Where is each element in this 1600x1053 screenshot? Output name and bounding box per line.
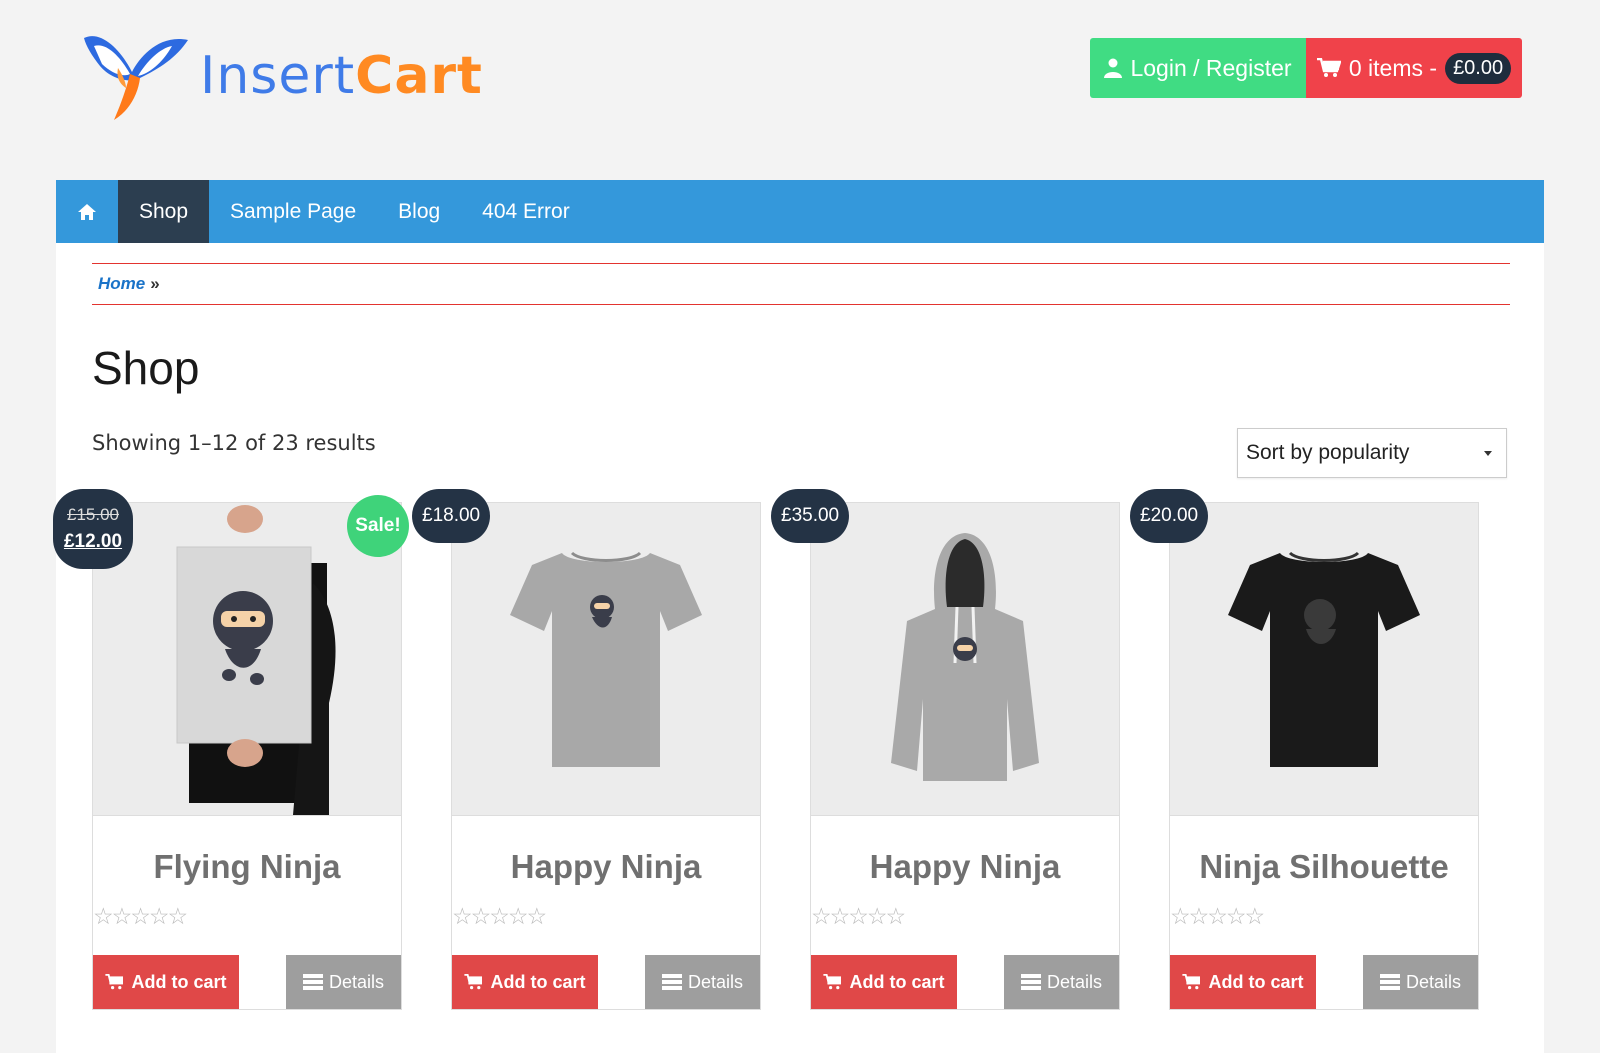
user-icon: [1104, 58, 1123, 78]
add-to-cart-button[interactable]: Add to cart: [93, 955, 239, 1009]
product-card: £18.00 Happy Ninja ☆☆☆☆☆ Add to cart Det…: [412, 489, 761, 1010]
list-icon: [1020, 974, 1041, 990]
poster-image-icon: [93, 503, 401, 815]
breadcrumb-separator: »: [150, 274, 160, 293]
cart-icon: [1316, 58, 1341, 77]
add-to-cart-label: Add to cart: [131, 971, 227, 992]
chevron-down-icon: [1484, 450, 1492, 456]
price-badge: £20.00: [1130, 489, 1209, 543]
main-nav: Shop Sample Page Blog 404 Error: [56, 180, 1544, 243]
add-to-cart-label: Add to cart: [490, 971, 586, 992]
star-rating: ☆☆☆☆☆: [452, 903, 547, 929]
login-register-label: Login / Register: [1130, 54, 1292, 81]
cart-icon: [464, 974, 483, 990]
star-rating: ☆☆☆☆☆: [1170, 903, 1265, 929]
product-image[interactable]: [93, 503, 401, 816]
breadcrumb: Home »: [92, 263, 1510, 305]
details-label: Details: [1046, 971, 1103, 992]
logo-mark-icon: [84, 36, 188, 120]
result-count: Showing 1–12 of 23 results: [92, 431, 376, 455]
star-rating: ☆☆☆☆☆: [93, 903, 188, 929]
product-image[interactable]: [811, 503, 1119, 816]
breadcrumb-home-link[interactable]: Home: [98, 274, 145, 294]
price-badge: £18.00: [412, 489, 491, 543]
main-content: Home » Shop Showing 1–12 of 23 results S…: [53, 243, 1544, 1053]
nav-item-blog[interactable]: Blog: [377, 180, 461, 243]
logo-text: InsertCart: [200, 50, 483, 102]
login-register-button[interactable]: Login / Register: [1090, 38, 1306, 98]
sort-select[interactable]: Sort by popularity: [1237, 428, 1507, 478]
site-logo[interactable]: InsertCart: [80, 28, 483, 124]
page-title: Shop: [92, 342, 200, 394]
sale-price: £12.00: [63, 531, 123, 552]
header-actions: Login / Register 0 items - £0.00: [1090, 38, 1522, 98]
cart-icon: [105, 974, 124, 990]
cart-items-label: 0 items -: [1348, 54, 1438, 81]
product-card: £20.00 Ninja Silhouette ☆☆☆☆☆ Add to car…: [1130, 489, 1479, 1010]
old-price: £15.00: [67, 505, 119, 524]
nav-item-404-error[interactable]: 404 Error: [461, 180, 591, 243]
logo-text-insert: Insert: [200, 46, 356, 106]
nav-item-sample-page[interactable]: Sample Page: [209, 180, 377, 243]
nav-home-button[interactable]: [56, 180, 118, 243]
nav-item-shop[interactable]: Shop: [118, 180, 210, 243]
logo-text-cart: Cart: [355, 46, 483, 106]
product-card: £15.00 £12.00 Sale! Flying Ninja ☆☆☆☆☆ A…: [53, 489, 409, 1010]
price-badge: £35.00: [771, 489, 850, 543]
price-badge: £15.00 £12.00: [53, 489, 133, 569]
product-image[interactable]: [452, 503, 760, 816]
product-card: £35.00 Happy Ninja ☆☆☆☆☆ Add to cart Det…: [771, 489, 1120, 1010]
sort-selected-label: Sort by popularity: [1246, 441, 1410, 464]
details-button[interactable]: Details: [645, 955, 760, 1009]
sale-badge: Sale!: [347, 495, 409, 557]
details-button[interactable]: Details: [1363, 955, 1478, 1009]
cart-icon: [823, 974, 842, 990]
details-label: Details: [328, 971, 385, 992]
hoodie-image-icon: [811, 503, 1119, 815]
tshirt-image-icon: [452, 503, 760, 815]
add-to-cart-button[interactable]: Add to cart: [811, 955, 957, 1009]
star-rating: ☆☆☆☆☆: [811, 903, 906, 929]
details-label: Details: [687, 971, 744, 992]
details-label: Details: [1405, 971, 1462, 992]
cart-button[interactable]: 0 items - £0.00: [1306, 38, 1522, 98]
details-button[interactable]: Details: [1004, 955, 1119, 1009]
add-to-cart-label: Add to cart: [1208, 971, 1304, 992]
add-to-cart-button[interactable]: Add to cart: [1170, 955, 1316, 1009]
list-icon: [661, 974, 682, 990]
black-tshirt-image-icon: [1170, 503, 1478, 815]
list-icon: [302, 974, 323, 990]
product-image[interactable]: [1170, 503, 1478, 816]
add-to-cart-button[interactable]: Add to cart: [452, 955, 598, 1009]
cart-total-badge: £0.00: [1445, 52, 1512, 84]
product-name[interactable]: Happy Ninja: [452, 848, 760, 886]
add-to-cart-label: Add to cart: [849, 971, 945, 992]
product-name[interactable]: Ninja Silhouette: [1170, 848, 1478, 886]
details-button[interactable]: Details: [286, 955, 401, 1009]
cart-icon: [1182, 974, 1201, 990]
list-icon: [1379, 974, 1400, 990]
home-icon: [78, 203, 96, 220]
product-name[interactable]: Flying Ninja: [93, 848, 401, 886]
product-name[interactable]: Happy Ninja: [811, 848, 1119, 886]
